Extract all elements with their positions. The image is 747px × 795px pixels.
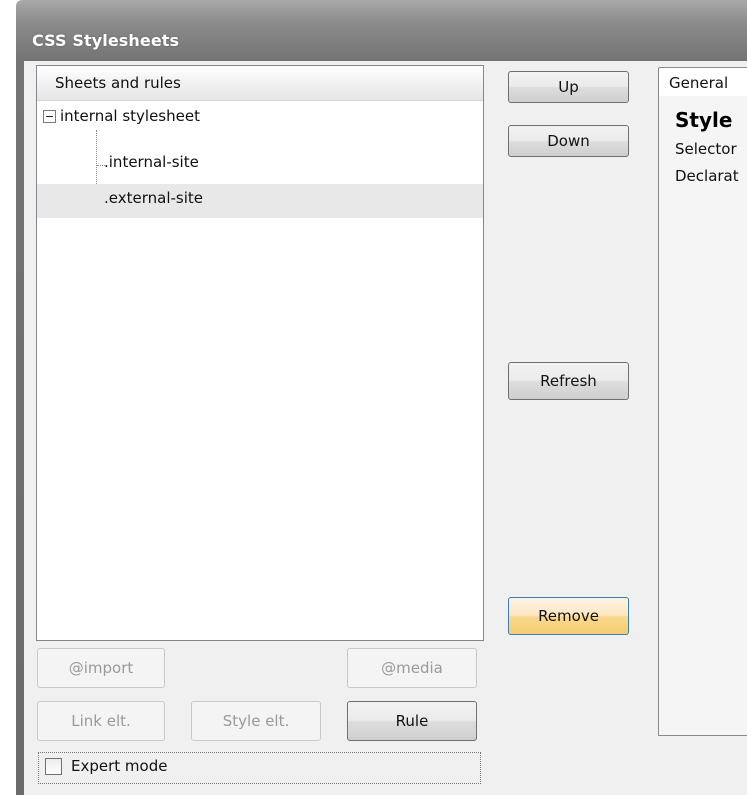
window-title: CSS Stylesheets — [32, 31, 180, 50]
tab-general-label: General — [669, 74, 729, 92]
dialog-client-area: Sheets and rules internal stylesheet .in… — [24, 61, 747, 795]
tree-item-label: .external-site — [104, 189, 203, 207]
expert-mode-checkbox-row[interactable]: Expert mode — [38, 752, 481, 784]
css-stylesheets-window: CSS Stylesheets Sheets and rules interna… — [16, 0, 747, 795]
down-button[interactable]: Down — [508, 125, 629, 157]
rule-button[interactable]: Rule — [347, 701, 477, 741]
style-heading: Style — [675, 108, 733, 132]
remove-button[interactable]: Remove — [508, 597, 629, 635]
tree-item-internal-site[interactable]: .internal-site — [37, 148, 483, 182]
collapse-icon[interactable] — [43, 110, 56, 123]
general-tab-panel: Style Selector Declarat — [658, 94, 747, 736]
tab-general[interactable]: General — [658, 67, 747, 96]
tree-header-label: Sheets and rules — [55, 74, 181, 92]
expert-mode-label[interactable]: Expert mode — [71, 757, 167, 775]
expert-mode-checkbox[interactable] — [45, 758, 62, 775]
refresh-button[interactable]: Refresh — [508, 362, 629, 400]
tree-item-label: internal stylesheet — [60, 107, 200, 125]
style-elt-button[interactable]: Style elt. — [191, 701, 321, 741]
tree-column-header[interactable]: Sheets and rules — [37, 66, 483, 101]
tree-item-label: .internal-site — [104, 153, 199, 171]
tree-item-external-site[interactable]: .external-site — [37, 184, 483, 218]
sheets-tree[interactable]: Sheets and rules internal stylesheet .in… — [36, 65, 484, 641]
media-button[interactable]: @media — [347, 648, 477, 688]
up-button[interactable]: Up — [508, 71, 629, 103]
declarations-label: Declarat — [675, 167, 739, 185]
link-elt-button[interactable]: Link elt. — [37, 701, 165, 741]
tree-item-internal-stylesheet[interactable]: internal stylesheet — [37, 102, 483, 136]
selector-label: Selector — [675, 140, 737, 158]
import-button[interactable]: @import — [37, 648, 165, 688]
